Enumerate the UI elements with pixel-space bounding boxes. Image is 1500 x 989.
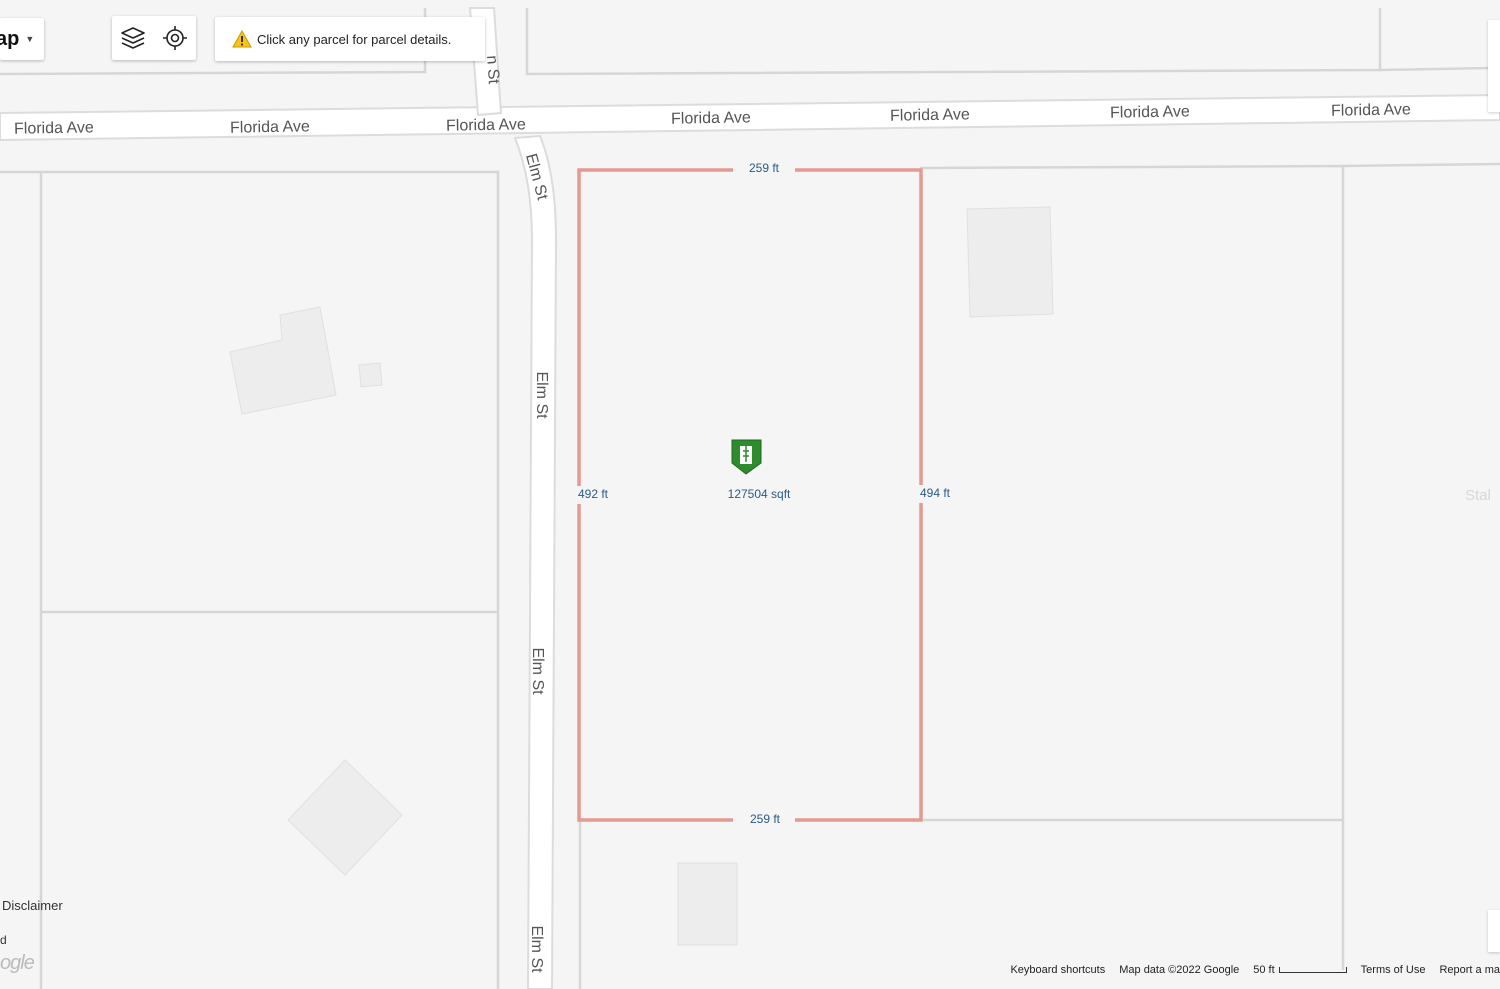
keyboard-shortcuts-link[interactable]: Keyboard shortcuts xyxy=(1010,964,1105,976)
street-label-elm: Elm St xyxy=(529,647,546,695)
terms-link[interactable]: Terms of Use xyxy=(1361,964,1426,976)
street-label-florida: Florida Ave xyxy=(1331,101,1411,119)
map-footer: Keyboard shortcuts Map data ©2022 Google… xyxy=(1010,961,1500,979)
street-label-florida: Florida Ave xyxy=(446,116,526,134)
street-label-florida: Florida Ave xyxy=(890,106,970,124)
map-data-text: Map data ©2022 Google xyxy=(1119,964,1240,976)
street-label-florida: Florida Ave xyxy=(1110,103,1190,121)
street-label-florida: Florida Ave xyxy=(230,118,310,136)
map-type-label: ap xyxy=(0,27,20,50)
disclaimer-link[interactable]: Disclaimer xyxy=(2,898,63,913)
layers-button[interactable] xyxy=(118,23,148,53)
warning-icon xyxy=(232,30,252,48)
scale-label: 50 ft xyxy=(1253,964,1275,976)
map-tools xyxy=(112,16,196,60)
google-logo: ogle xyxy=(0,952,35,974)
street-label-elm: Elm St xyxy=(528,925,545,973)
cut-text: d xyxy=(0,933,7,947)
parcel-bottom-length: 259 ft xyxy=(750,812,781,826)
street-label-elm: n St xyxy=(483,55,502,85)
street-label-elm: Elm St xyxy=(533,371,550,419)
map-control-edge[interactable] xyxy=(1488,910,1500,952)
map-type-button[interactable]: ap ▼ xyxy=(0,18,44,60)
parcel-area: 127504 sqft xyxy=(728,487,791,501)
notice-text: Click any parcel for parcel details. xyxy=(257,31,452,47)
layers-icon xyxy=(121,27,145,49)
parcel-notice: Click any parcel for parcel details. xyxy=(215,17,485,61)
map-canvas[interactable]: 259 ft 259 ft 492 ft 494 ft 127504 sqft … xyxy=(0,0,1500,989)
report-link[interactable]: Report a ma xyxy=(1439,964,1500,976)
street-label-cut: Stal xyxy=(1465,487,1491,504)
parcel-left-length: 492 ft xyxy=(578,487,609,501)
map-control-edge[interactable] xyxy=(1488,20,1500,112)
locate-button[interactable] xyxy=(160,23,190,53)
parcel-right-length: 494 ft xyxy=(920,486,951,500)
scale-bar xyxy=(1278,967,1347,973)
crosshair-icon xyxy=(163,26,187,50)
street-label-florida: Florida Ave xyxy=(671,109,751,127)
scale-indicator[interactable]: 50 ft xyxy=(1253,964,1347,976)
parcel-top-length: 259 ft xyxy=(749,161,780,175)
chevron-down-icon: ▼ xyxy=(25,34,35,44)
street-label-florida: Florida Ave xyxy=(14,119,94,137)
